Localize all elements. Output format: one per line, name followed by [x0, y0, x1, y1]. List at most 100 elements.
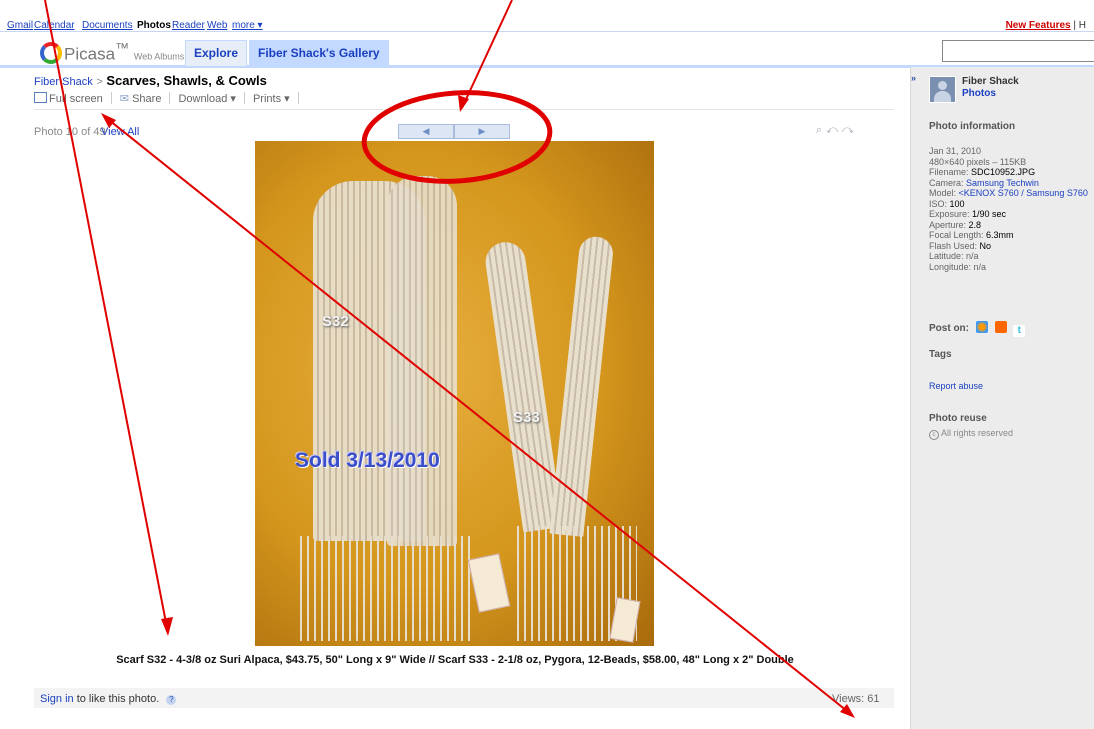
- fullscreen-button[interactable]: Full screen: [34, 92, 103, 105]
- photo-info-value: 100: [949, 198, 965, 209]
- photo-info-label: Focal Length:: [929, 230, 987, 240]
- photo-info-value: 6.3mm: [986, 230, 1014, 240]
- picasa-logo[interactable]: Picasa™ Web Albums: [40, 41, 184, 65]
- share-label: Share: [132, 93, 162, 105]
- rotate-right-icon[interactable]: ↷: [842, 124, 858, 136]
- toolbar-divider: [110, 92, 112, 104]
- photo-info-label: Camera:: [929, 177, 967, 188]
- scarf-s32-fringe: [300, 536, 475, 641]
- prints-menu[interactable]: Prints ▾: [253, 92, 290, 105]
- arrow-left-icon: ◀: [422, 126, 430, 136]
- toolbar-divider: [243, 92, 245, 104]
- buzz-icon[interactable]: [975, 321, 988, 333]
- photo-info-row: Latitude: n/a: [929, 251, 1094, 262]
- photo-caption: Scarf S32 - 4-3/8 oz Suri Alpaca, $43.75…: [116, 654, 794, 666]
- next-photo-button[interactable]: ▶: [454, 124, 510, 139]
- toolbar-divider: [169, 92, 171, 104]
- photo-info-label: ISO:: [929, 198, 950, 209]
- photo-info-row: Camera: Samsung Techwin: [929, 178, 1094, 189]
- gbar-documents-link[interactable]: Documents: [82, 20, 133, 31]
- gbar-more-menu[interactable]: more ▾: [232, 20, 263, 31]
- owner-name: Fiber Shack: [962, 76, 1019, 87]
- divider: [34, 109, 894, 110]
- download-label: Download: [178, 93, 228, 105]
- rights-text: All rights reserved: [941, 428, 1014, 438]
- zoom-icon[interactable]: ⌕: [816, 124, 826, 136]
- photo-nav: ◀ ▶: [398, 124, 510, 139]
- tags-heading: Tags: [929, 349, 952, 360]
- arrowhead-caption: [161, 617, 173, 636]
- gbar-trailing-text: | H: [1073, 20, 1086, 31]
- gbar-web-link[interactable]: Web: [207, 20, 227, 31]
- toolbar-divider: [297, 92, 299, 104]
- sign-in-link[interactable]: Sign in: [40, 693, 74, 705]
- view-count: Views: 61: [832, 693, 880, 705]
- photo-info-value: SDC10952.JPG: [971, 167, 1036, 177]
- gbar-calendar-link[interactable]: Calendar: [34, 20, 75, 31]
- photo-info-row: ISO: 100: [929, 199, 1094, 210]
- logo-text: Picasa: [64, 44, 116, 64]
- envelope-icon: ✉: [119, 93, 130, 105]
- photo-info-label: Flash Used:: [929, 240, 980, 251]
- fullscreen-label: Full screen: [49, 93, 103, 105]
- download-menu[interactable]: Download ▾: [178, 92, 236, 105]
- chevron-down-icon: ▾: [230, 93, 236, 105]
- collapse-sidebar-icon[interactable]: »: [911, 73, 916, 83]
- blogger-icon[interactable]: [994, 321, 1007, 333]
- photo-count: Photo 10 of 49: [34, 126, 106, 138]
- sold-overlay-text: Sold 3/13/2010: [295, 449, 440, 472]
- photo-info-label: Model:: [929, 188, 959, 198]
- search-input[interactable]: [942, 40, 1094, 62]
- prints-label: Prints: [252, 93, 282, 105]
- twitter-icon[interactable]: t: [1013, 325, 1026, 337]
- photo-label-s32: S32: [322, 313, 349, 330]
- photo-info-label: Filename:: [929, 167, 972, 177]
- photo-info-row: Aperture: 2.8: [929, 220, 1094, 231]
- gbar-gmail-link[interactable]: Gmail: [7, 20, 33, 31]
- avatar[interactable]: [929, 76, 956, 103]
- new-features-area: New Features | H: [1006, 20, 1086, 31]
- main-photo[interactable]: S32 S33 Sold 3/13/2010: [255, 141, 654, 646]
- rights-notice: c All rights reserved: [929, 428, 1013, 440]
- scarf-s32-right: [387, 176, 457, 546]
- arrow-right-icon: ▶: [478, 126, 486, 136]
- help-icon[interactable]: ?: [166, 695, 177, 705]
- post-on-label: Post on:: [929, 323, 969, 334]
- avatar-body: [934, 91, 951, 102]
- tab-explore[interactable]: Explore: [185, 40, 248, 66]
- photo-info-row: Focal Length: 6.3mm: [929, 230, 1094, 241]
- photo-toolbar: Full screen ✉ Share Download ▾ Prints ▾: [34, 92, 307, 105]
- new-features-link[interactable]: New Features: [1006, 20, 1071, 31]
- photo-info-value: <KENOX S760 / Samsung S760: [958, 188, 1088, 198]
- photo-info-value: Jan 31, 2010: [929, 146, 982, 156]
- photo-info-label: Exposure:: [929, 209, 973, 219]
- photo-info-value: n/a: [973, 261, 987, 272]
- like-prompt: Sign in to like this photo. ?: [40, 693, 177, 705]
- tab-fiber-shack-gallery[interactable]: Fiber Shack's Gallery: [249, 40, 389, 66]
- view-all-link[interactable]: View All: [101, 126, 139, 138]
- photo-info-list: Jan 31, 2010 480×640 pixels – 115KB Filena…: [929, 146, 1094, 272]
- owner-photos-link[interactable]: Photos: [962, 88, 996, 99]
- photo-info-row: Filename: SDC10952.JPG: [929, 167, 1094, 178]
- picasa-logo-icon: [40, 41, 62, 64]
- previous-photo-button[interactable]: ◀: [398, 124, 454, 139]
- photo-info-value: n/a: [966, 251, 979, 261]
- album-title: Scarves, Shawls, & Cowls: [106, 73, 267, 88]
- gbar-reader-link[interactable]: Reader: [172, 20, 205, 31]
- photo-info-value: No: [979, 240, 992, 251]
- photo-info-row: Exposure: 1/90 sec: [929, 209, 1094, 220]
- rotate-left-icon[interactable]: ↶: [826, 124, 842, 136]
- share-button[interactable]: ✉ Share: [120, 92, 162, 105]
- photo-info-value: 2.8: [968, 219, 982, 230]
- logo-subtitle: Web Albums: [133, 51, 185, 62]
- photo-info-row: Jan 31, 2010: [929, 146, 1094, 157]
- photo-label-s33: S33: [513, 409, 540, 426]
- breadcrumb-separator: >: [96, 76, 103, 88]
- photo-info-label: Latitude:: [929, 251, 967, 261]
- photo-info-heading: Photo information: [929, 121, 1016, 132]
- report-abuse-link[interactable]: Report abuse: [929, 381, 983, 391]
- breadcrumb-parent-link[interactable]: Fiber Shack: [34, 76, 93, 88]
- photo-reuse-heading: Photo reuse: [929, 413, 987, 424]
- chevron-down-icon: ▾: [284, 93, 290, 105]
- photo-info-value: 480×640 pixels – 115KB: [929, 156, 1027, 167]
